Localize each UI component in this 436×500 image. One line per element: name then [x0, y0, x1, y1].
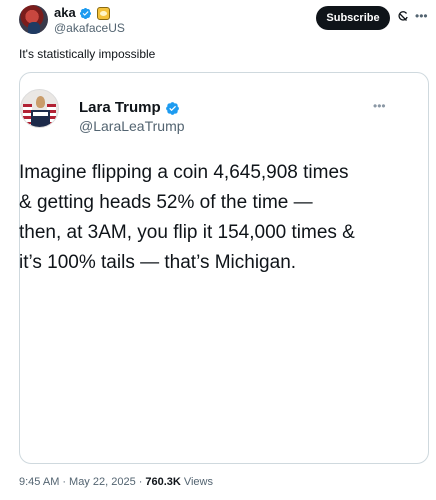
grok-icon[interactable] [396, 10, 410, 24]
post-meta: 9:45 AM · May 22, 2025 · 760.3K Views [19, 475, 213, 489]
author-handle[interactable]: @akafaceUS [54, 21, 125, 35]
verified-icon [165, 101, 179, 115]
views-count[interactable]: 760.3K [145, 475, 180, 489]
post-date[interactable]: May 22, 2025 [69, 475, 136, 489]
post-time[interactable]: 9:45 AM [19, 475, 59, 489]
emoji-badge-icon [96, 6, 110, 20]
views-label: Views [183, 476, 213, 488]
quoted-body: Imagine flipping a coin 4,645,908 times … [19, 158, 405, 278]
quoted-body-line: it’s 100% tails — that’s Michigan. [19, 252, 297, 273]
author-display-name[interactable]: aka [54, 5, 76, 21]
author-name-row: aka [54, 5, 110, 21]
more-icon[interactable]: ••• [415, 8, 431, 24]
quoted-body-line: & getting heads 52% of the time — [19, 192, 313, 213]
author-avatar[interactable] [19, 5, 48, 34]
post: aka @akafaceUS Subscribe ••• It's statis… [0, 0, 436, 500]
verified-icon [79, 7, 91, 19]
meta-separator: · [62, 476, 67, 488]
quoted-body-line: Imagine flipping a coin 4,645,908 times [19, 162, 349, 183]
quoted-display-name: Lara Trump [79, 99, 161, 116]
subscribe-button[interactable]: Subscribe [316, 6, 390, 30]
meta-separator: · [138, 476, 143, 488]
post-text: It's statistically impossible [19, 47, 156, 61]
quoted-more-icon: ••• [373, 99, 386, 113]
quoted-avatar [20, 89, 59, 128]
person-icon [36, 96, 45, 108]
quoted-handle: @LaraLeaTrump [79, 118, 185, 134]
quoted-name-row: Lara Trump [79, 99, 180, 117]
quoted-body-line: then, at 3AM, you flip it 154,000 times … [19, 222, 355, 243]
podium-sign [33, 112, 48, 116]
